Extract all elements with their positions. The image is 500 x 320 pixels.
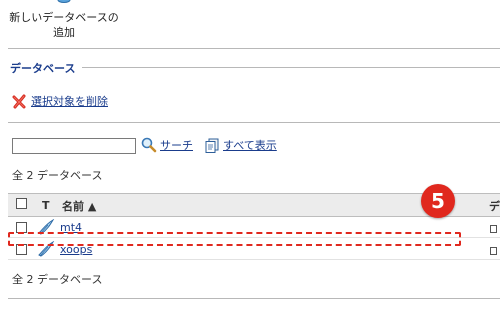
- step-number-badge: 5: [421, 184, 455, 218]
- database-count-bottom: 全 2 データベース: [12, 273, 103, 286]
- divider-bottom: [8, 298, 500, 299]
- add-database-button[interactable]: 新しいデータベースの 追加: [4, 0, 124, 40]
- search-input[interactable]: [12, 138, 136, 154]
- column-name-header[interactable]: 名前 ▲: [62, 198, 96, 214]
- add-database-label-line1: 新しいデータベースの: [9, 11, 119, 24]
- divider-top: [8, 48, 500, 49]
- highlight-dashed-box: [8, 232, 461, 246]
- documents-icon: [205, 138, 219, 153]
- select-all-checkbox[interactable]: [16, 198, 27, 209]
- database-count-top: 全 2 データベース: [12, 169, 103, 182]
- delete-selected-label[interactable]: 選択対象を削除: [31, 93, 108, 109]
- row-extra-checkbox[interactable]: [490, 247, 497, 255]
- magnifier-icon: [141, 137, 157, 153]
- column-next-header[interactable]: デ: [489, 198, 500, 214]
- add-database-label-line2: 追加: [53, 26, 75, 39]
- section-title-rule: [82, 67, 500, 68]
- database-icon: [57, 0, 71, 3]
- delete-selected-button[interactable]: 選択対象を削除: [12, 93, 108, 109]
- row-extra-checkbox[interactable]: [490, 225, 497, 233]
- section-title: データベース: [10, 62, 76, 75]
- column-type-header[interactable]: T: [42, 199, 50, 212]
- search-button[interactable]: サーチ: [141, 137, 193, 153]
- row-divider: [8, 259, 500, 260]
- search-label[interactable]: サーチ: [160, 137, 193, 153]
- show-all-label[interactable]: すべて表示: [223, 137, 277, 153]
- red-x-icon: [12, 94, 26, 108]
- divider-middle: [8, 122, 500, 123]
- show-all-button[interactable]: すべて表示: [205, 137, 277, 153]
